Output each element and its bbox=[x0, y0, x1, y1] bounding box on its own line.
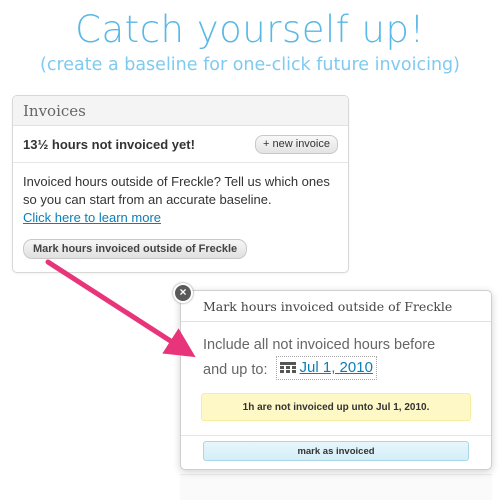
mark-hours-invoiced-button[interactable]: Mark hours invoiced outside of Freckle bbox=[23, 239, 248, 259]
calendar-icon bbox=[279, 362, 296, 373]
background-edge bbox=[180, 474, 492, 500]
invoices-panel-title: Invoices bbox=[13, 96, 348, 126]
instruction-line-2-row: and up to: Jul 1, 2010 bbox=[203, 356, 491, 381]
page-subheadline: (create a baseline for one-click future … bbox=[40, 55, 460, 75]
learn-more-link[interactable]: Click here to learn more bbox=[23, 210, 161, 225]
page-headline: Catch yourself up! bbox=[75, 8, 425, 51]
not-invoiced-row: 13½ hours not invoiced yet! + new invoic… bbox=[13, 126, 348, 163]
mark-invoiced-popover: × Mark hours invoiced outside of Freckle… bbox=[173, 283, 492, 470]
mark-as-invoiced-button[interactable]: mark as invoiced bbox=[203, 441, 469, 461]
popover-body: Include all not invoiced hours before an… bbox=[181, 322, 491, 381]
invoices-panel: Invoices 13½ hours not invoiced yet! + n… bbox=[12, 95, 349, 273]
not-invoiced-notice: 1h are not invoiced up unto Jul 1, 2010. bbox=[201, 393, 471, 421]
new-invoice-button[interactable]: + new invoice bbox=[255, 134, 338, 154]
popover-divider bbox=[181, 435, 491, 436]
arrow-shaft bbox=[45, 259, 196, 358]
not-invoiced-summary: 13½ hours not invoiced yet! bbox=[23, 136, 195, 152]
close-icon[interactable]: × bbox=[173, 283, 193, 303]
invoices-panel-body: Invoiced hours outside of Freckle? Tell … bbox=[13, 163, 348, 269]
instruction-line-1: Include all not invoiced hours before bbox=[203, 337, 436, 353]
baseline-description: Invoiced hours outside of Freckle? Tell … bbox=[23, 174, 330, 207]
date-value-link[interactable]: Jul 1, 2010 bbox=[300, 357, 373, 379]
date-picker[interactable]: Jul 1, 2010 bbox=[275, 356, 377, 380]
instruction-line-2: and up to: bbox=[203, 362, 268, 378]
popover-title: Mark hours invoiced outside of Freckle bbox=[181, 291, 491, 322]
